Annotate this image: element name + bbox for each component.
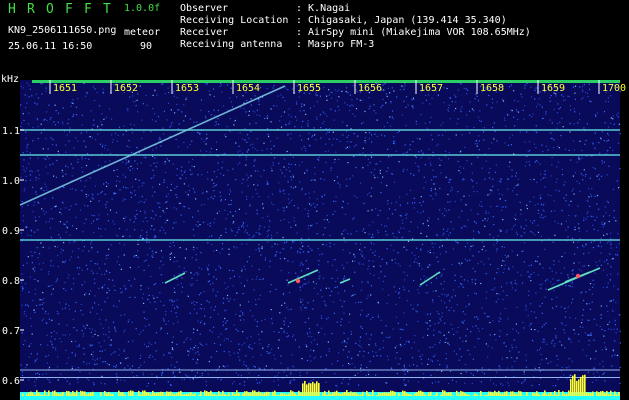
y-tick-label: 0.7 [2,326,20,337]
y-axis-unit: kHz [1,74,20,85]
y-tick-label: 1.1 [2,126,20,137]
spectrogram: 1.1 1.0 0.9 0.8 0.7 0.6 1651 1652 1653 1654 1655 16… [2,80,626,400]
meteor-head [575,273,581,279]
time-label: 1652 [114,83,138,94]
time-label: 1655 [297,83,321,94]
time-label: 1658 [480,83,504,94]
time-label: 1653 [175,83,199,94]
y-tick-label: 0.9 [2,226,20,237]
y-tick-label: 0.8 [2,276,20,287]
time-label: 1659 [541,83,565,94]
time-label: 1700 [602,83,626,94]
time-label: 1654 [236,83,260,94]
y-tick-label: 0.6 [2,376,20,387]
time-label: 1651 [53,83,77,94]
y-tick-label: 1.0 [2,176,20,187]
time-label: 1657 [419,83,443,94]
time-label: 1656 [358,83,382,94]
meteor-head [295,278,301,284]
hrofft-screen: HROFFT 1.0.0f KN9_2506111650.png 25.06.1… [0,0,629,400]
